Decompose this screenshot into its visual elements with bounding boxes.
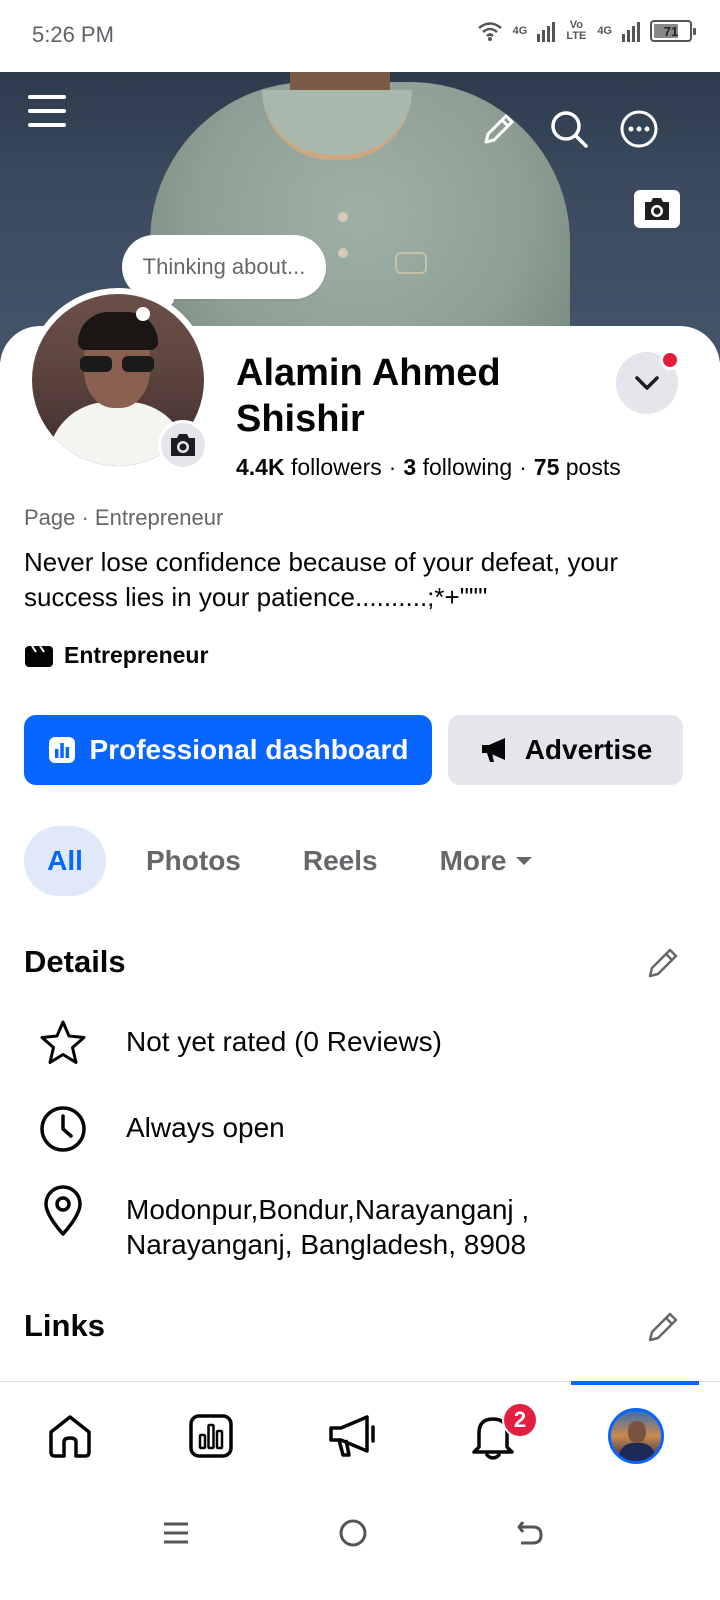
profile-tag[interactable]: Entrepreneur	[24, 642, 208, 669]
battery-icon: 71	[650, 20, 696, 42]
profile-bio: Never lose confidence because of your de…	[24, 547, 619, 612]
dashboard-icon	[48, 737, 75, 763]
profile-tabs: All Photos Reels More	[24, 826, 553, 896]
location-pin-icon	[38, 1185, 88, 1236]
cover-button-shape	[338, 212, 348, 222]
detail-address-text: Modonpur,Bondur,Narayanganj , Narayangan…	[126, 1194, 530, 1260]
posts-label: posts	[565, 454, 621, 480]
network-type-label: 4G	[597, 24, 612, 37]
nav-avatar-suit-shape	[619, 1443, 655, 1461]
detail-hours: Always open	[38, 1104, 285, 1154]
more-icon[interactable]	[618, 108, 660, 150]
search-icon[interactable]	[548, 108, 590, 150]
following-label[interactable]: following	[423, 454, 513, 480]
page-category: Page · Entrepreneur	[24, 505, 224, 530]
status-icons: 4G Vo LTE 4G 71	[477, 19, 696, 42]
active-tab-indicator	[571, 1381, 699, 1385]
status-bar: 5:26 PM 4G Vo LTE 4G 71	[0, 0, 720, 72]
advertise-button[interactable]: Advertise	[448, 715, 683, 785]
profile-tag-label: Entrepreneur	[64, 642, 209, 668]
profile-nav-avatar[interactable]	[608, 1408, 664, 1464]
megaphone-icon	[481, 738, 505, 762]
tab-more-label: More	[439, 845, 507, 876]
chevron-down-icon	[635, 376, 659, 390]
nav-avatar-head-shape	[628, 1421, 646, 1443]
menu-icon[interactable]	[24, 88, 70, 134]
back-button-icon[interactable]	[510, 1513, 550, 1553]
followers-count[interactable]: 4.4K	[236, 454, 285, 480]
tab-all[interactable]: All	[24, 826, 106, 896]
battery-level: 71	[663, 23, 679, 39]
megaphone-nav-icon[interactable]	[322, 1406, 382, 1466]
thinking-prompt[interactable]: Thinking about...	[122, 235, 326, 299]
volte-label: Vo LTE	[566, 19, 587, 42]
recent-apps-icon[interactable]	[156, 1513, 196, 1553]
wifi-icon	[477, 22, 502, 41]
professional-dashboard-button[interactable]: Professional dashboard	[24, 715, 432, 785]
pencil-icon[interactable]	[478, 108, 520, 150]
home-icon[interactable]	[40, 1406, 100, 1466]
home-button-icon[interactable]	[333, 1513, 373, 1553]
detail-address[interactable]: Modonpur,Bondur,Narayanganj , Narayangan…	[38, 1185, 596, 1262]
professional-dashboard-label: Professional dashboard	[89, 734, 409, 765]
system-navigation-bar	[0, 1491, 720, 1600]
detail-rating: Not yet rated (0 Reviews)	[38, 1018, 442, 1068]
status-time: 5:26 PM	[32, 22, 114, 47]
notification-badge: 2	[502, 1402, 538, 1438]
details-title: Details	[24, 944, 126, 979]
network-type-label: 4G	[512, 24, 528, 37]
edit-links-pencil-icon[interactable]	[644, 1308, 682, 1346]
following-count[interactable]: 3	[403, 454, 416, 480]
avatar-glasses-shape	[80, 356, 156, 372]
signal-icon	[622, 20, 640, 42]
cover-button-shape	[338, 248, 348, 258]
cover-camera-icon[interactable]	[634, 190, 680, 228]
caret-down-icon	[515, 857, 532, 865]
stats-separator: ·	[519, 454, 527, 480]
profile-name: Alamin Ahmed Shishir	[236, 352, 501, 440]
tab-reels[interactable]: Reels	[283, 826, 398, 896]
posts-count: 75	[533, 454, 560, 480]
avatar-camera-icon[interactable]	[158, 420, 208, 470]
cover-logo-shape	[395, 252, 427, 274]
tab-more[interactable]: More	[420, 826, 553, 896]
notification-dot	[660, 350, 680, 370]
followers-label[interactable]: followers	[291, 454, 382, 480]
edit-details-pencil-icon[interactable]	[644, 944, 682, 982]
clock-icon	[38, 1104, 88, 1154]
stats-separator: ·	[388, 454, 397, 480]
detail-hours-text: Always open	[126, 1112, 285, 1143]
links-title: Links	[24, 1308, 105, 1343]
signal-icon	[537, 20, 556, 42]
advertise-label: Advertise	[524, 734, 653, 765]
dashboard-nav-icon[interactable]	[181, 1406, 241, 1466]
star-icon	[38, 1018, 88, 1068]
tab-photos[interactable]: Photos	[126, 826, 261, 896]
detail-rating-text: Not yet rated (0 Reviews)	[126, 1026, 442, 1057]
thought-bubble-tail	[136, 307, 150, 321]
clapperboard-icon	[25, 644, 53, 667]
profile-stats: 4.4K followers · 3 following · 75 posts	[236, 454, 621, 481]
